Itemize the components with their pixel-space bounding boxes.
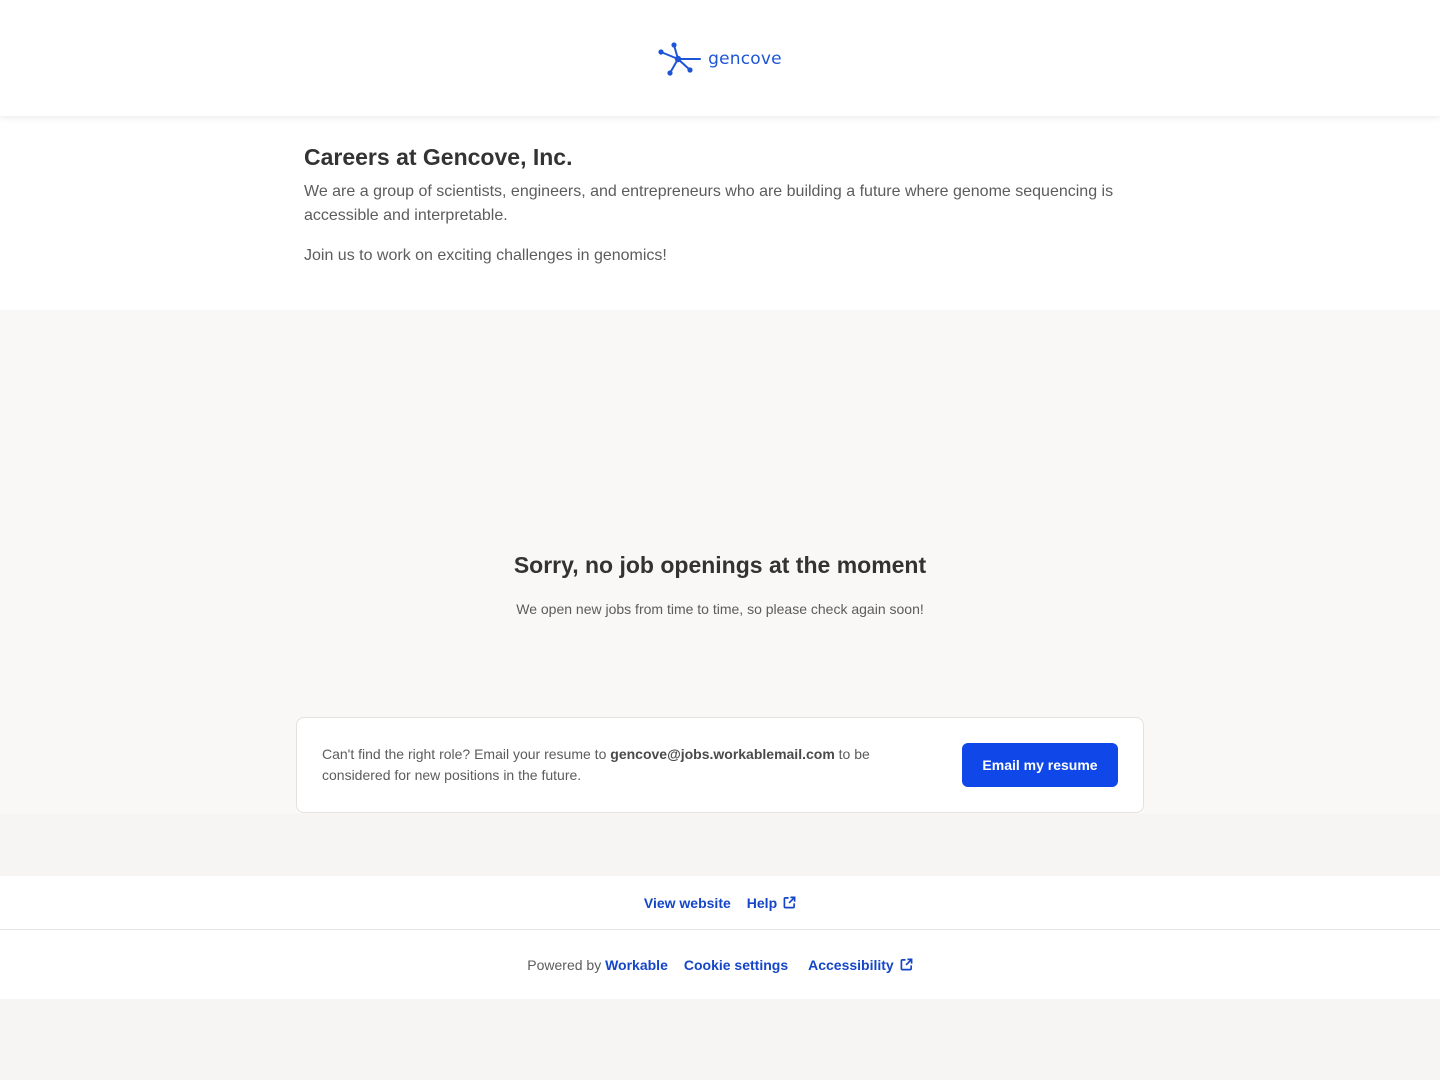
view-website-label: View website [643,894,731,911]
gencove-logo-link[interactable]: gencove [658,42,782,76]
no-jobs-subtitle: We open new jobs from time to time, so p… [516,601,924,617]
footer-bottom: Powered by Workable Cookie settings Acce… [0,930,1440,999]
email-resume-text: Can't find the right role? Email your re… [322,744,937,786]
external-link-icon [783,896,796,909]
external-link-icon [900,958,913,971]
footer-links: View website Help [0,876,1440,930]
help-label: Help [746,894,778,911]
powered-by-label: Powered by [527,956,602,973]
logo-text: gencove [708,49,782,69]
site-header: gencove [0,0,1440,116]
company-tagline: Join us to work on exciting challenges i… [304,247,667,264]
email-my-resume-button[interactable]: Email my resume [962,743,1118,787]
cookie-settings-link[interactable]: Cookie settings [684,957,788,973]
workable-link[interactable]: Workable [605,957,668,973]
resume-email-address: gencove@jobs.workablemail.com [610,746,835,762]
resume-text-before: Can't find the right role? Email your re… [322,746,611,762]
help-link[interactable]: Help [747,895,796,911]
company-description: We are a group of scientists, engineers,… [304,183,1114,224]
page-title: Careers at Gencove, Inc. [304,144,573,170]
molecule-icon [658,42,702,76]
no-jobs-title: Sorry, no job openings at the moment [513,552,927,578]
view-website-link[interactable]: View website [644,895,731,911]
email-resume-card: Can't find the right role? Email your re… [296,717,1144,813]
careers-intro: Careers at Gencove, Inc. We are a group … [0,116,1440,310]
accessibility-label: Accessibility [808,956,894,973]
cookie-settings-label: Cookie settings [683,956,789,973]
accessibility-link[interactable]: Accessibility [808,957,913,973]
powered-by: Powered by Workable [527,957,668,973]
intro-content: Careers at Gencove, Inc. We are a group … [304,142,1134,268]
